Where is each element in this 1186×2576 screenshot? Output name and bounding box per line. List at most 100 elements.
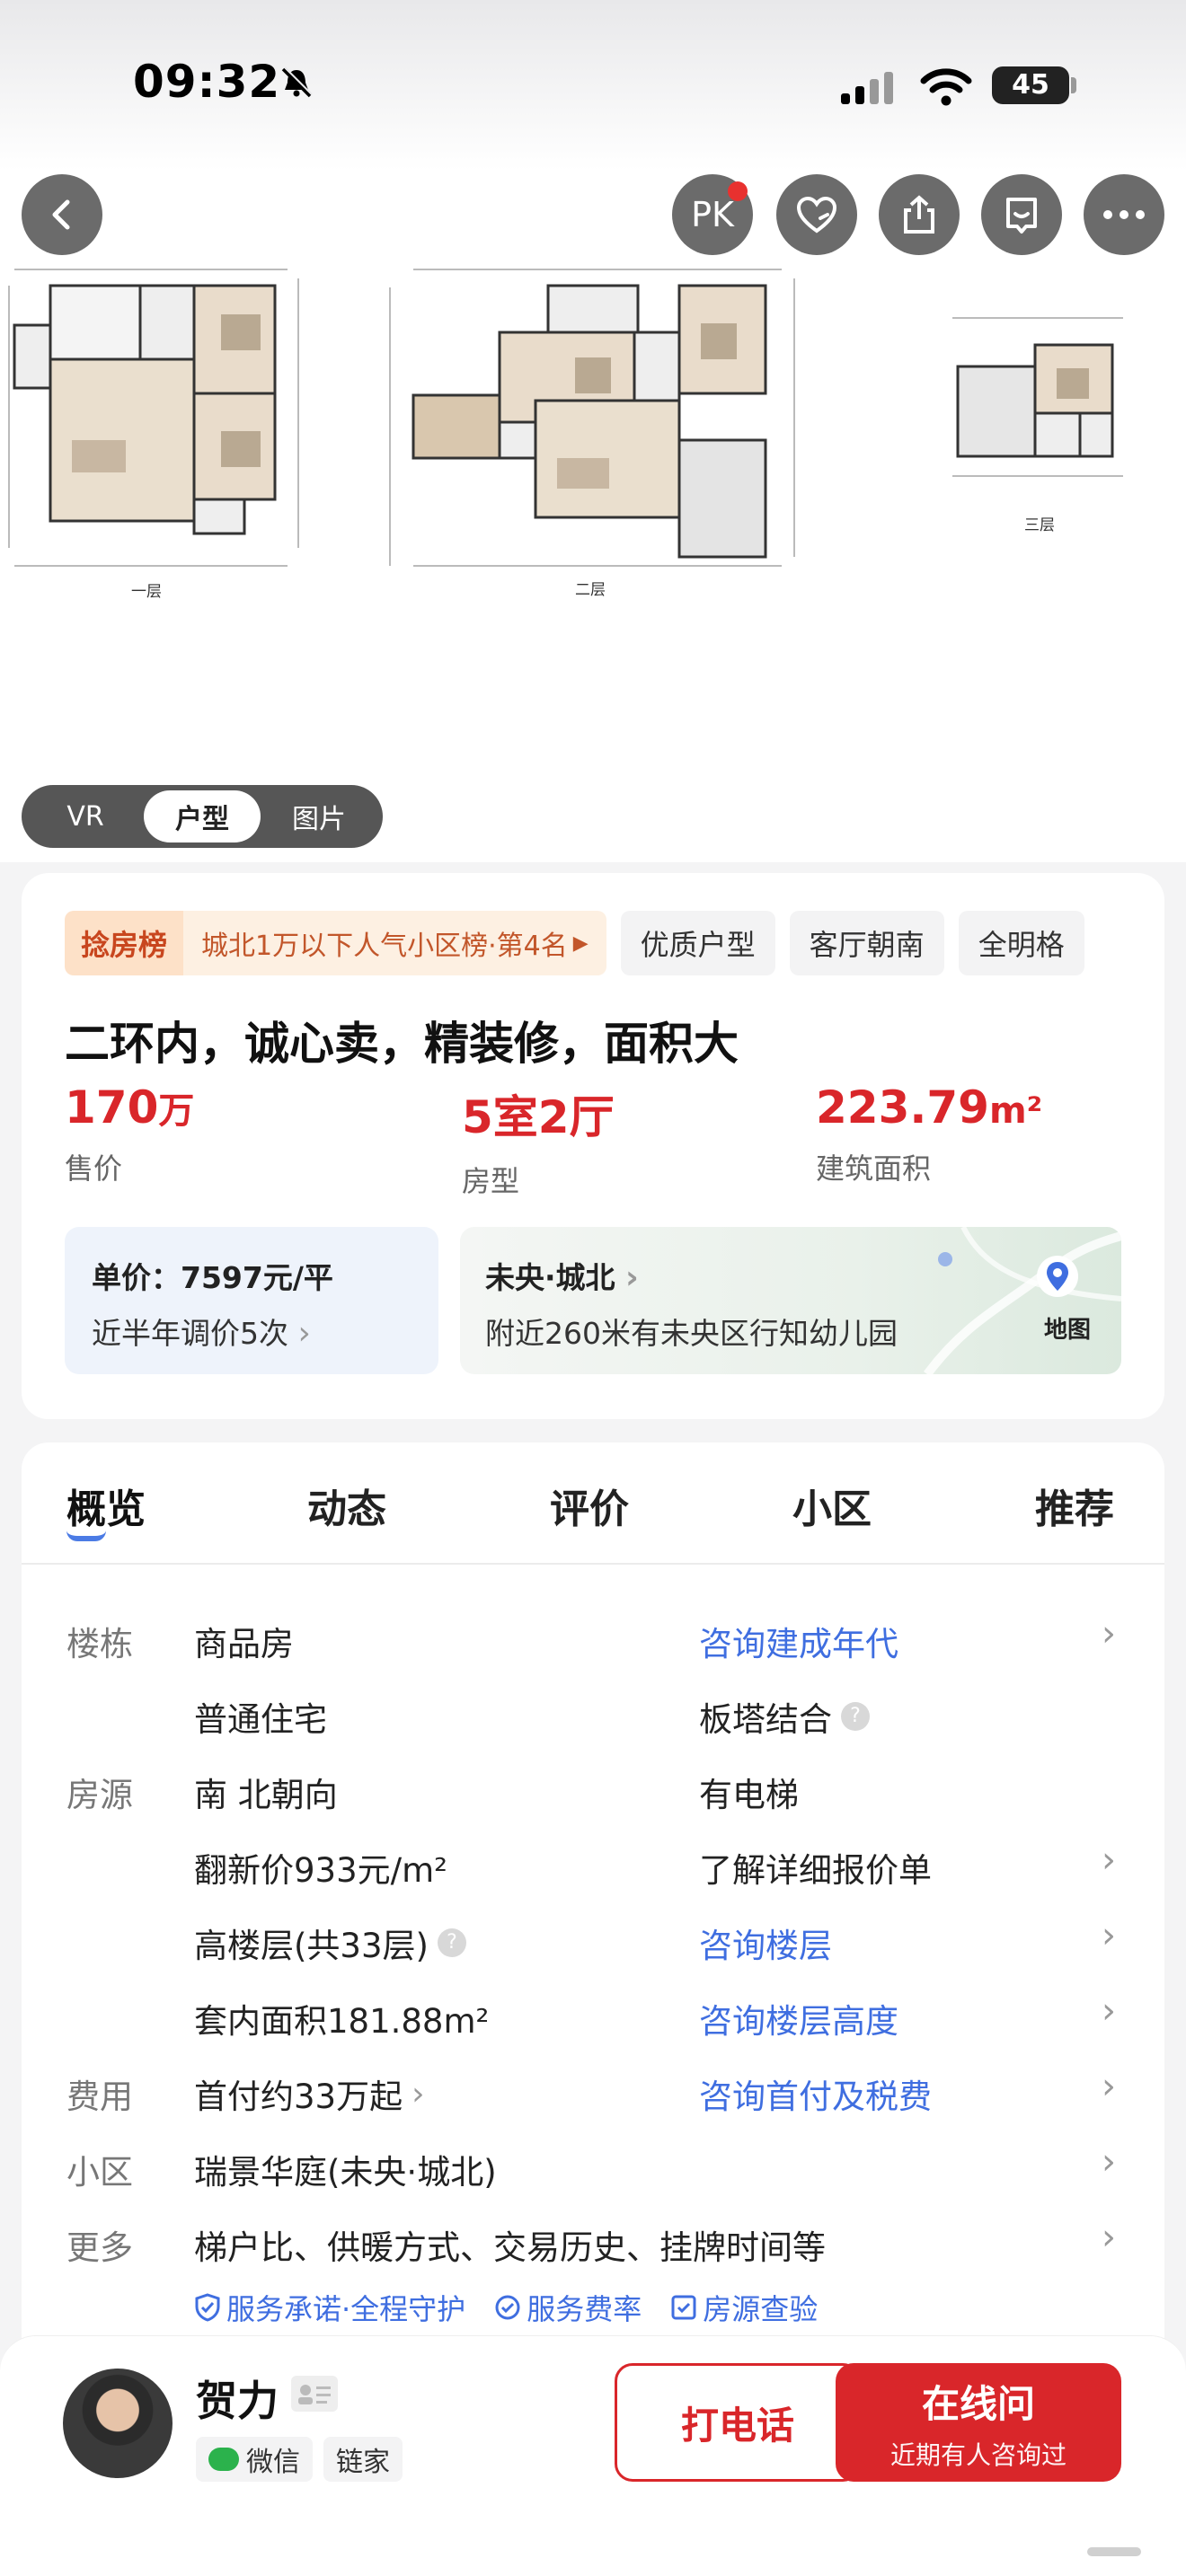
promise-item[interactable]: 房源查验 [670,2287,818,2328]
tab-updates[interactable]: 动态 [307,1477,386,1534]
rank-tag-head: 捻房榜 [65,911,184,975]
tab-reviews[interactable]: 评价 [550,1477,629,1534]
wifi-icon [920,68,972,106]
price-adjust-text: 近半年调价5次 [92,1316,288,1351]
layout-value: 5室2厅 [462,1091,615,1143]
consult-floor-link[interactable]: 咨询楼层 [699,1919,832,1967]
media-tab-switcher: VR 户型 图片 [22,785,383,848]
consult-build-year-link[interactable]: 咨询建成年代 [699,1617,898,1665]
stat-price: 170万 售价 [65,1081,194,1187]
promise-item[interactable]: 服务费率 [494,2287,642,2328]
share-button[interactable] [879,174,960,255]
price-label: 售价 [65,1151,123,1186]
wechat-chip[interactable]: 微信 [196,2437,313,2482]
agent-name[interactable]: 贺力 [196,2369,279,2428]
notification-dot [728,181,748,201]
label-fee: 费用 [66,2078,133,2116]
consult-floor-height-link[interactable]: 咨询楼层高度 [699,1994,898,2042]
map-pin-icon [1037,1256,1078,1297]
building-structure-text: 板塔结合 [699,1700,832,1739]
label-building: 楼栋 [66,1625,133,1663]
more-button[interactable] [1084,174,1164,255]
rank-tag[interactable]: 捻房榜 城北1万以下人气小区榜·第4名 ▶ [65,911,606,975]
promise-item[interactable]: 服务承诺·全程守护 [194,2287,465,2328]
promise-text: 房源查验 [703,2292,819,2326]
stat-layout: 5室2厅 房型 [462,1081,615,1200]
listing-title: 二环内，诚心卖，精装修，面积大 [65,1018,739,1070]
chevron-right-icon[interactable]: › [1102,2066,1116,2107]
location-map-box[interactable]: 未央·城北 › 附近260米有未央区行知幼儿园 地图 [460,1227,1121,1374]
area-unit: m² [988,1090,1043,1132]
consult-tax-link[interactable]: 咨询首付及税费 [699,2069,932,2118]
map-road-lines [923,1227,1121,1374]
business-card-icon[interactable] [291,2376,338,2412]
floor-label-3: 三层 [1024,516,1055,534]
more-dots-icon [1103,210,1145,219]
tab-floorplan[interactable]: 户型 [144,790,261,842]
call-button[interactable]: 打电话 [615,2363,861,2482]
chevron-right-icon[interactable]: › [1102,1613,1116,1654]
back-button[interactable] [22,174,102,255]
layout-label: 房型 [462,1164,520,1198]
hero-image-area[interactable]: 09:32 45 PK 一层 二层 三层 VR 户型 图片 [0,0,1186,862]
tab-photos[interactable]: 图片 [261,790,377,842]
chevron-right-icon: › [412,2075,425,2113]
tab-recommend[interactable]: 推荐 [1035,1477,1114,1534]
help-icon[interactable]: ? [437,1928,466,1957]
listing-summary-card: 捻房榜 城北1万以下人气小区榜·第4名 ▶ 优质户型 客厅朝南 全明格 二环内，… [22,873,1164,1419]
chevron-left-icon [52,199,70,230]
tab-community[interactable]: 小区 [792,1477,872,1534]
listing-detail-card: 概览 动态 评价 小区 推荐 楼栋 商品房 咨询建成年代 › 普通住宅 板塔结合… [22,1442,1164,2386]
rank-tag-text: 城北1万以下人气小区榜·第4名 [201,931,568,962]
tab-vr[interactable]: VR [27,790,144,842]
map-label: 地图 [1043,1317,1091,1344]
cellular-signal-icon [841,72,893,104]
chevron-right-icon[interactable]: › [1102,1839,1116,1881]
battery-indicator: 45 [992,66,1069,104]
chevron-right-icon[interactable]: › [1102,1990,1116,2032]
service-promise-row: 服务承诺·全程守护 服务费率 房源查验 [194,2287,818,2328]
shield-check-icon [195,2293,220,2322]
silent-bell-icon [281,66,313,98]
down-payment[interactable]: 首付约33万起 › [194,2069,425,2118]
unit-price-box[interactable]: 单价：7597元/平 近半年调价5次 › [65,1227,438,1374]
help-icon[interactable]: ? [841,1702,870,1731]
chevron-right-icon[interactable]: › [1102,2217,1116,2258]
community-name[interactable]: 瑞景华庭(未央·城北) [194,2145,497,2193]
price-value: 170 [65,1081,159,1134]
stat-area: 223.79m² 建筑面积 [816,1081,1042,1187]
home-indicator [1087,2547,1141,2556]
price-unit: 万 [158,1090,195,1132]
chevron-right-icon[interactable]: › [1102,1915,1116,1956]
unit-price-text: 单价：7597元/平 [92,1260,333,1295]
promise-text: 服务承诺·全程守护 [226,2292,466,2326]
tag-row: 捻房榜 城北1万以下人气小区榜·第4名 ▶ 优质户型 客厅朝南 全明格 [65,911,1164,975]
promise-text: 服务费率 [527,2292,642,2326]
share-upload-icon [904,195,934,234]
inner-area: 套内面积181.88m² [194,2002,490,2041]
favorite-button[interactable] [776,174,857,255]
battery-tip [1071,77,1076,93]
area-label: 建筑面积 [816,1151,932,1186]
status-time: 09:32 [133,56,281,108]
caret-right-icon: ▶ [572,931,589,955]
chat-bubble-icon [1006,198,1037,234]
online-consult-button[interactable]: 在线问 近期有人咨询过 [836,2363,1121,2482]
label-source: 房源 [66,1776,133,1814]
online-consult-label: 在线问 [921,2381,1035,2426]
label-community: 小区 [66,2153,133,2192]
building-structure: 板塔结合 ? [699,1692,870,1741]
floor-level: 高楼层(共33层) ? [194,1919,466,1967]
floor-plan-level-3 [956,343,1114,458]
chat-button[interactable] [981,174,1062,255]
agent-avatar[interactable] [63,2369,173,2478]
pk-compare-button[interactable]: PK [672,174,753,255]
online-consult-sub: 近期有人咨询过 [890,2439,1067,2470]
chevron-right-icon[interactable]: › [1102,2141,1116,2183]
renovation-price: 翻新价933元/m² [194,1851,447,1890]
more-info[interactable]: 梯户比、供暖方式、交易历史、挂牌时间等 [194,2220,826,2269]
quote-detail-link[interactable]: 了解详细报价单 [699,1843,932,1892]
tab-overview[interactable]: 概览 [66,1477,146,1534]
company-chip: 链家 [323,2437,403,2482]
feature-tag: 优质户型 [620,911,775,975]
